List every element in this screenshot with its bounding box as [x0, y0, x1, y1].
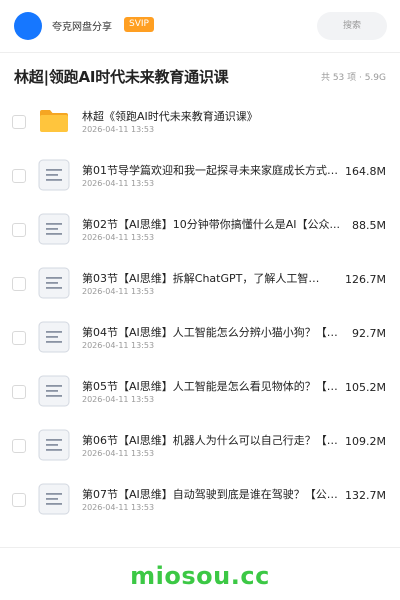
avatar[interactable] — [14, 12, 42, 40]
file-name: 第03节【AI思维】拆解ChatGPT，了解人工智… — [82, 272, 320, 285]
document-icon — [38, 483, 70, 515]
file-size: 126.7M — [343, 273, 386, 286]
file-name: 第04节【AI思维】人工智能怎么分辨小猫小狗？【公众号... — [82, 326, 342, 339]
list-item[interactable]: 第01节导学篇欢迎和我一起探寻未来家庭成长方式【公众号... 2026-04-1… — [0, 149, 400, 203]
search-input[interactable] — [317, 12, 387, 40]
checkbox[interactable] — [12, 169, 26, 183]
file-size: 105.2M — [343, 381, 386, 394]
document-icon — [38, 321, 70, 353]
file-date: 2026-04-11 13:53 — [82, 341, 155, 350]
file-size: 92.7M — [350, 327, 386, 340]
checkbox[interactable] — [12, 439, 26, 453]
file-size: 109.2M — [343, 435, 386, 448]
file-size: 132.7M — [343, 489, 386, 502]
checkbox[interactable] — [12, 385, 26, 399]
list-item[interactable]: 第07节【AI思维】自动驾驶到底是谁在驾驶？【公众… 2026-04-11 13… — [0, 473, 400, 527]
file-date: 2026-04-11 13:53 — [82, 449, 155, 458]
file-date: 2026-04-11 13:53 — [82, 233, 155, 242]
list-item[interactable]: 第04节【AI思维】人工智能怎么分辨小猫小狗？【公众号... 2026-04-1… — [0, 311, 400, 365]
list-item[interactable]: 第03节【AI思维】拆解ChatGPT，了解人工智… 2026-04-11 13… — [0, 257, 400, 311]
file-date: 2026-04-11 13:53 — [82, 395, 155, 404]
document-icon — [38, 267, 70, 299]
checkbox[interactable] — [12, 277, 26, 291]
document-icon — [38, 213, 70, 245]
file-date: 2026-04-11 13:53 — [82, 125, 155, 134]
list-item[interactable]: 第05节【AI思维】人工智能是怎么看见物体的？【公众号... 2026-04-1… — [0, 365, 400, 419]
file-list: 林超《领跑AI时代未来教育通识课》 2026-04-11 13:53 第01节导… — [0, 95, 400, 527]
file-name: 第01节导学篇欢迎和我一起探寻未来家庭成长方式【公众号... — [82, 164, 342, 177]
owner-name[interactable]: 夸克网盘分享 — [52, 18, 112, 33]
watermark-logo: miosou.cc — [130, 562, 270, 590]
list-item[interactable]: 第06节【AI思维】机器人为什么可以自己行走？【公众号... 2026-04-1… — [0, 419, 400, 473]
file-name: 林超《领跑AI时代未来教育通识课》 — [82, 110, 258, 123]
checkbox[interactable] — [12, 115, 26, 129]
file-size: 164.8M — [343, 165, 386, 178]
list-item[interactable]: 第02节【AI思维】10分钟带你搞懂什么是AI【公众... 2026-04-11… — [0, 203, 400, 257]
folder-meta: 共 53 项 · 5.9G — [320, 73, 386, 83]
checkbox[interactable] — [12, 493, 26, 507]
page-title: 林超|领跑AI时代未来教育通识课 — [14, 68, 229, 86]
file-date: 2026-04-11 13:53 — [82, 503, 155, 512]
search-box[interactable] — [317, 12, 387, 40]
document-icon — [38, 429, 70, 461]
file-name: 第05节【AI思维】人工智能是怎么看见物体的？【公众号... — [82, 380, 342, 393]
list-item[interactable]: 林超《领跑AI时代未来教育通识课》 2026-04-11 13:53 — [0, 95, 400, 149]
folder-icon — [40, 110, 68, 132]
folder-title-bar: 林超|领跑AI时代未来教育通识课 共 53 项 · 5.9G — [0, 53, 400, 97]
share-header: 夸克网盘分享 SVIP — [0, 0, 400, 52]
file-name: 第06节【AI思维】机器人为什么可以自己行走？【公众号... — [82, 434, 342, 447]
list-bottom-divider — [0, 547, 400, 548]
file-name: 第07节【AI思维】自动驾驶到底是谁在驾驶？【公众… — [82, 488, 342, 501]
file-date: 2026-04-11 13:53 — [82, 179, 155, 188]
document-icon — [38, 375, 70, 407]
checkbox[interactable] — [12, 331, 26, 345]
file-size: 88.5M — [350, 219, 386, 232]
file-date: 2026-04-11 13:53 — [82, 287, 155, 296]
file-name: 第02节【AI思维】10分钟带你搞懂什么是AI【公众... — [82, 218, 341, 231]
svip-badge: SVIP — [124, 17, 154, 32]
document-icon — [38, 159, 70, 191]
checkbox[interactable] — [12, 223, 26, 237]
